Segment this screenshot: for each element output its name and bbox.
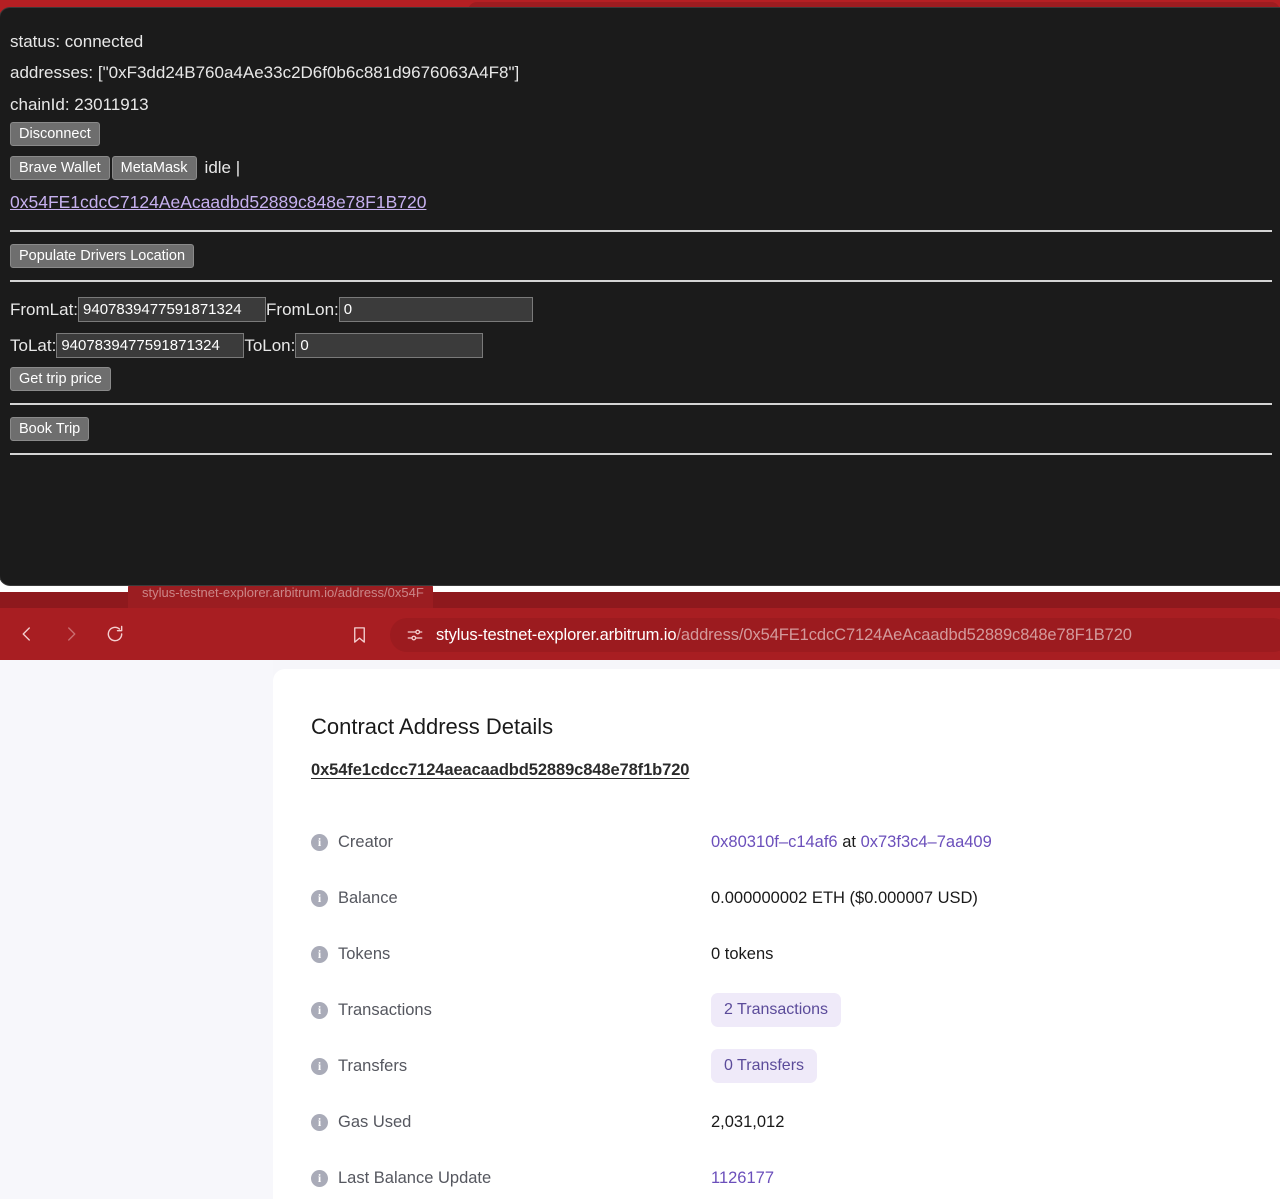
populate-row: Populate Drivers Location [10, 244, 1270, 269]
bookmark-icon[interactable] [344, 620, 374, 650]
detail-value-last-balance-update[interactable]: 1126177 [711, 1169, 774, 1188]
creator-at-word: at [842, 832, 856, 851]
detail-label-text: Transactions [338, 1000, 432, 1019]
reload-icon[interactable] [98, 617, 132, 651]
browser-tab-label: stylus-testnet-explorer.arbitrum.io/addr… [142, 585, 424, 600]
contract-link-row: 0x54FE1cdcC7124AeAcaadbd52889c848e78F1B7… [10, 186, 1270, 218]
address-bar-text: stylus-testnet-explorer.arbitrum.io/addr… [436, 626, 1132, 645]
divider-1 [10, 230, 1272, 233]
screen-root: stylus-testnet-explorer.arbitrum.io/addr… [0, 0, 1280, 1199]
contract-address-hash[interactable]: 0x54fe1cdcc7124aeacaadbd52889c848e78f1b7… [311, 761, 689, 780]
detail-row-creator: i Creator 0x80310f–c14af6 at 0x73f3c4–7a… [311, 814, 1241, 870]
transfers-badge[interactable]: 0 Transfers [711, 1049, 818, 1083]
detail-label-balance: i Balance [311, 889, 711, 908]
from-lat-label: FromLat: [10, 300, 79, 320]
detail-row-tokens: i Tokens 0 tokens [311, 926, 1241, 982]
divider-4 [10, 453, 1272, 456]
detail-label-text: Balance [338, 888, 398, 907]
detail-value-tokens: 0 tokens [711, 944, 774, 963]
connect-metamask-button[interactable]: MetaMask [111, 156, 197, 181]
disconnect-row: Disconnect [10, 122, 1270, 147]
detail-value-transactions: 2 Transactions [711, 993, 842, 1027]
detail-label-transactions: i Transactions [311, 1001, 711, 1020]
detail-row-balance: i Balance 0.000000002 ETH ($0.000007 USD… [311, 870, 1241, 926]
address-bar[interactable]: stylus-testnet-explorer.arbitrum.io/addr… [390, 618, 1280, 652]
info-icon[interactable]: i [311, 1057, 328, 1075]
to-lon-label: ToLon: [244, 335, 296, 355]
populate-drivers-location-button[interactable]: Populate Drivers Location [10, 244, 195, 269]
wallet-status-line: status: connected [10, 32, 144, 51]
detail-label-creator: i Creator [311, 833, 711, 852]
info-icon[interactable]: i [311, 1169, 328, 1187]
wallet-chainid-line: chainId: 23011913 [10, 94, 149, 114]
left-sidebar [0, 660, 273, 1199]
detail-label-last-balance-update: i Last Balance Update [311, 1169, 711, 1188]
connectors-row: Brave Wallet MetaMask idle | [10, 152, 1270, 183]
divider-2 [10, 280, 1272, 283]
disconnect-button[interactable]: Disconnect [10, 122, 100, 147]
creator-address-link[interactable]: 0x80310f–c14af6 [711, 833, 838, 851]
detail-label-text: Last Balance Update [338, 1168, 492, 1187]
content-card: Contract Address Details 0x54fe1cdcc7124… [273, 669, 1280, 1199]
url-path: /address/0x54FE1cdcC7124AeAcaadbd52889c8… [676, 625, 1132, 644]
contract-address-link[interactable]: 0x54FE1cdcC7124AeAcaadbd52889c848e78F1B7… [10, 192, 426, 212]
to-lat-label: ToLat: [10, 335, 57, 355]
connect-brave-wallet-button[interactable]: Brave Wallet [10, 156, 110, 181]
from-coords-row: FromLat: FromLon: [10, 294, 1270, 325]
from-lon-input[interactable] [338, 297, 533, 323]
detail-label-transfers: i Transfers [311, 1057, 711, 1076]
explorer-page: Contract Address Details 0x54fe1cdcc7124… [0, 660, 1280, 1199]
from-lon-label: FromLon: [266, 300, 339, 320]
to-coords-row: ToLat: ToLon: [10, 330, 1270, 361]
site-settings-sliders-icon[interactable] [404, 624, 426, 646]
info-icon[interactable]: i [311, 889, 328, 907]
detail-value-balance: 0.000000002 ETH ($0.000007 USD) [711, 888, 978, 907]
detail-row-last-balance-update: i Last Balance Update 1126177 [311, 1150, 1241, 1199]
info-icon[interactable]: i [311, 833, 328, 851]
info-icon[interactable]: i [311, 945, 328, 963]
connect-status-text: idle | [204, 158, 241, 178]
info-icon[interactable]: i [311, 1001, 328, 1019]
book-trip-row: Book Trip [10, 417, 1270, 442]
detail-value-creator: 0x80310f–c14af6 at 0x73f3c4–7aa409 [711, 833, 992, 852]
detail-label-text: Gas Used [338, 1112, 412, 1131]
wallet-addresses-line: addresses: ["0xF3dd24B760a4Ae33c2D6f0b6c… [10, 63, 520, 83]
detail-row-transfers: i Transfers 0 Transfers [311, 1038, 1241, 1094]
info-icon[interactable]: i [311, 1113, 328, 1131]
contract-details-list: i Creator 0x80310f–c14af6 at 0x73f3c4–7a… [311, 814, 1241, 1199]
dapp-overlay-panel: status: connected addresses: ["0xF3dd24B… [0, 8, 1280, 585]
detail-label-gas-used: i Gas Used [311, 1113, 711, 1132]
book-trip-button[interactable]: Book Trip [10, 417, 90, 442]
url-domain: stylus-testnet-explorer.arbitrum.io [436, 625, 677, 644]
creator-tx-link[interactable]: 0x73f3c4–7aa409 [861, 833, 992, 851]
get-trip-price-row: Get trip price [10, 367, 1270, 392]
detail-row-transactions: i Transactions 2 Transactions [311, 982, 1241, 1038]
get-trip-price-button[interactable]: Get trip price [10, 367, 111, 392]
transactions-badge[interactable]: 2 Transactions [711, 993, 842, 1027]
divider-3 [10, 403, 1272, 406]
to-lat-input[interactable] [56, 332, 245, 358]
detail-value-transfers: 0 Transfers [711, 1049, 818, 1083]
detail-row-gas-used: i Gas Used 2,031,012 [311, 1094, 1241, 1150]
back-arrow-icon[interactable] [10, 617, 44, 651]
to-lon-input[interactable] [295, 332, 484, 358]
from-lat-input[interactable] [78, 297, 267, 323]
detail-label-text: Transfers [338, 1056, 408, 1075]
detail-label-text: Creator [338, 832, 394, 851]
detail-value-gas-used: 2,031,012 [711, 1112, 785, 1131]
forward-arrow-icon[interactable] [54, 617, 88, 651]
detail-label-tokens: i Tokens [311, 945, 711, 964]
page-title: Contract Address Details [311, 714, 554, 739]
detail-label-text: Tokens [338, 944, 391, 963]
